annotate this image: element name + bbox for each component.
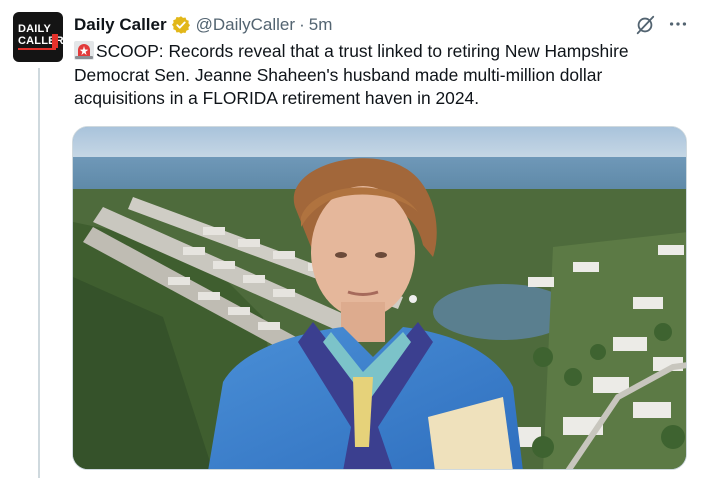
tweet-header: Daily Caller @DailyCaller · 5m bbox=[74, 13, 332, 37]
tweet-text: SCOOP: Records reveal that a trust linke… bbox=[74, 41, 629, 108]
timestamp[interactable]: 5m bbox=[309, 15, 333, 35]
verified-badge-icon[interactable] bbox=[171, 15, 191, 35]
avatar-logo-accent bbox=[52, 34, 58, 48]
avatar[interactable]: DAILY CALLER bbox=[13, 12, 63, 62]
tweet-photo bbox=[73, 127, 686, 469]
tweet-text-container: SCOOP: Records reveal that a trust linke… bbox=[74, 40, 694, 111]
more-options-icon[interactable] bbox=[667, 13, 689, 35]
tweet-image[interactable] bbox=[72, 126, 687, 470]
separator-dot: · bbox=[299, 15, 305, 34]
thread-line bbox=[38, 68, 40, 478]
avatar-logo-underline bbox=[18, 48, 56, 50]
author-handle[interactable]: @DailyCaller bbox=[196, 15, 295, 35]
author-name[interactable]: Daily Caller bbox=[74, 15, 167, 35]
avatar-logo-line1: DAILY bbox=[18, 23, 51, 35]
grok-icon[interactable] bbox=[634, 14, 656, 36]
siren-icon bbox=[74, 41, 94, 60]
